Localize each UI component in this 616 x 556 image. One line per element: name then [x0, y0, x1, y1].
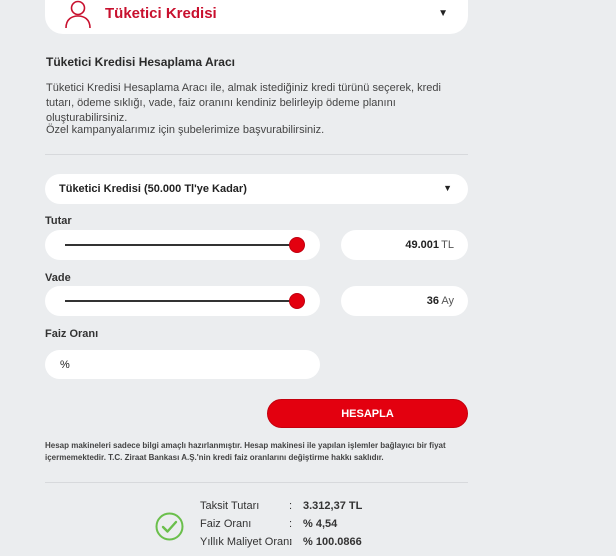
amount-value-field[interactable]: 49.001 TL [341, 230, 468, 260]
amount-slider[interactable] [45, 230, 320, 260]
result-separator: : [289, 500, 293, 512]
amount-slider-fill [65, 244, 298, 246]
amount-value: 49.001 [405, 239, 439, 251]
result-value: % 4,54 [303, 518, 338, 530]
disclaimer: Hesap makineleri sadece bilgi amaçlı haz… [45, 441, 446, 462]
result-value: 3.312,37 TL [303, 500, 363, 512]
product-title: Tüketici Kredisi [105, 5, 217, 22]
divider [45, 482, 468, 483]
interest-label: Faiz Oranı [45, 328, 99, 340]
campaign-note: Özel kampanyalarımız için şubelerimize b… [46, 124, 325, 136]
result-key: Faiz Oranı [200, 518, 252, 530]
term-value: 36 [426, 295, 439, 307]
result-key: Taksit Tutarı [200, 500, 260, 512]
term-slider-track [65, 293, 306, 309]
loan-type-select[interactable]: Tüketici Kredisi (50.000 Tl'ye Kadar) ▼ [45, 174, 468, 204]
check-circle-icon [155, 512, 184, 541]
section-title: Tüketici Kredisi Hesaplama Aracı [46, 55, 235, 69]
term-slider-handle[interactable] [289, 293, 306, 309]
loan-type-value: Tüketici Kredisi (50.000 Tl'ye Kadar) [59, 183, 247, 195]
term-label: Vade [45, 272, 71, 284]
chevron-down-icon: ▼ [443, 183, 452, 193]
caret-down-icon[interactable]: ▼ [438, 8, 448, 19]
result-separator: : [289, 536, 293, 548]
term-value-field[interactable]: 36 Ay [341, 286, 468, 316]
term-slider-fill [65, 300, 298, 302]
intro-description: Tüketici Kredisi Hesaplama Aracı ile, al… [46, 82, 441, 124]
amount-unit: TL [441, 239, 454, 251]
amount-label: Tutar [45, 215, 72, 227]
divider [45, 154, 468, 155]
user-outline-icon [65, 0, 91, 29]
amount-slider-track [65, 237, 306, 253]
result-key: Yıllık Maliyet Oranı [200, 536, 293, 548]
term-unit: Ay [441, 295, 454, 307]
result-value: % 100.0866 [303, 536, 362, 548]
calculate-button[interactable]: HESAPLA [267, 399, 468, 428]
product-selector[interactable]: Tüketici Kredisi ▼ [45, 0, 468, 34]
term-slider[interactable] [45, 286, 320, 316]
amount-slider-handle[interactable] [289, 237, 306, 253]
result-separator: : [289, 518, 293, 530]
interest-input[interactable] [45, 350, 320, 379]
